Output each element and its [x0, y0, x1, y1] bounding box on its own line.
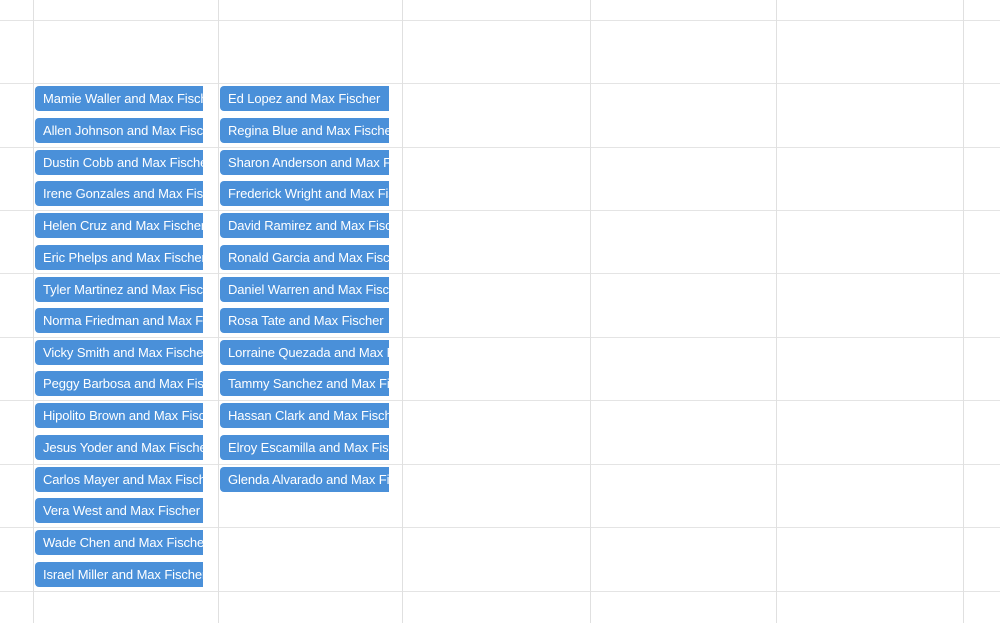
- calendar-event-chip[interactable]: Elroy Escamilla and Max Fischer: [220, 435, 389, 460]
- calendar-week-grid: Mamie Waller and Max Fischer Allen Johnso…: [0, 0, 1000, 623]
- calendar-event-chip[interactable]: Helen Cruz and Max Fischer: [35, 213, 203, 238]
- calendar-event-chip[interactable]: Vicky Smith and Max Fischer: [35, 340, 203, 365]
- calendar-event-chip[interactable]: Ronald Garcia and Max Fischer: [220, 245, 389, 270]
- day-column-1[interactable]: Mamie Waller and Max Fischer Allen Johnso…: [34, 0, 203, 623]
- calendar-event-chip[interactable]: Peggy Barbosa and Max Fischer: [35, 371, 203, 396]
- calendar-event-chip[interactable]: Lorraine Quezada and Max Fischer: [220, 340, 389, 365]
- day-column-4[interactable]: [591, 0, 775, 623]
- calendar-event-chip[interactable]: Hassan Clark and Max Fischer: [220, 403, 389, 428]
- calendar-event-chip[interactable]: Ed Lopez and Max Fischer: [220, 86, 389, 111]
- calendar-event-chip[interactable]: Tammy Sanchez and Max Fischer: [220, 371, 389, 396]
- calendar-event-chip[interactable]: Carlos Mayer and Max Fischer: [35, 467, 203, 492]
- calendar-event-chip[interactable]: Irene Gonzales and Max Fischer: [35, 181, 203, 206]
- calendar-event-chip[interactable]: Sharon Anderson and Max Fischer: [220, 150, 389, 175]
- calendar-event-chip[interactable]: Vera West and Max Fischer: [35, 498, 203, 523]
- calendar-event-chip[interactable]: Mamie Waller and Max Fischer: [35, 86, 203, 111]
- calendar-event-chip[interactable]: Rosa Tate and Max Fischer: [220, 308, 389, 333]
- calendar-event-chip[interactable]: Eric Phelps and Max Fischer: [35, 245, 203, 270]
- calendar-event-chip[interactable]: Hipolito Brown and Max Fischer: [35, 403, 203, 428]
- calendar-event-chip[interactable]: Frederick Wright and Max Fischer: [220, 181, 389, 206]
- calendar-event-chip[interactable]: Regina Blue and Max Fischer: [220, 118, 389, 143]
- calendar-event-chip[interactable]: Dustin Cobb and Max Fischer: [35, 150, 203, 175]
- day-column-2[interactable]: Ed Lopez and Max Fischer Regina Blue and …: [219, 0, 389, 623]
- day-column-6[interactable]: [964, 0, 1000, 623]
- calendar-event-chip[interactable]: David Ramirez and Max Fischer: [220, 213, 389, 238]
- calendar-event-chip[interactable]: Tyler Martinez and Max Fischer: [35, 277, 203, 302]
- calendar-event-chip[interactable]: Glenda Alvarado and Max Fischer: [220, 467, 389, 492]
- calendar-event-chip[interactable]: Allen Johnson and Max Fischer: [35, 118, 203, 143]
- calendar-event-chip[interactable]: Jesus Yoder and Max Fischer: [35, 435, 203, 460]
- calendar-event-chip[interactable]: Daniel Warren and Max Fischer: [220, 277, 389, 302]
- day-column-5[interactable]: [777, 0, 962, 623]
- calendar-event-chip[interactable]: Israel Miller and Max Fischer: [35, 562, 203, 587]
- day-column-3[interactable]: [403, 0, 589, 623]
- calendar-event-chip[interactable]: Wade Chen and Max Fischer: [35, 530, 203, 555]
- calendar-event-chip[interactable]: Norma Friedman and Max Fischer: [35, 308, 203, 333]
